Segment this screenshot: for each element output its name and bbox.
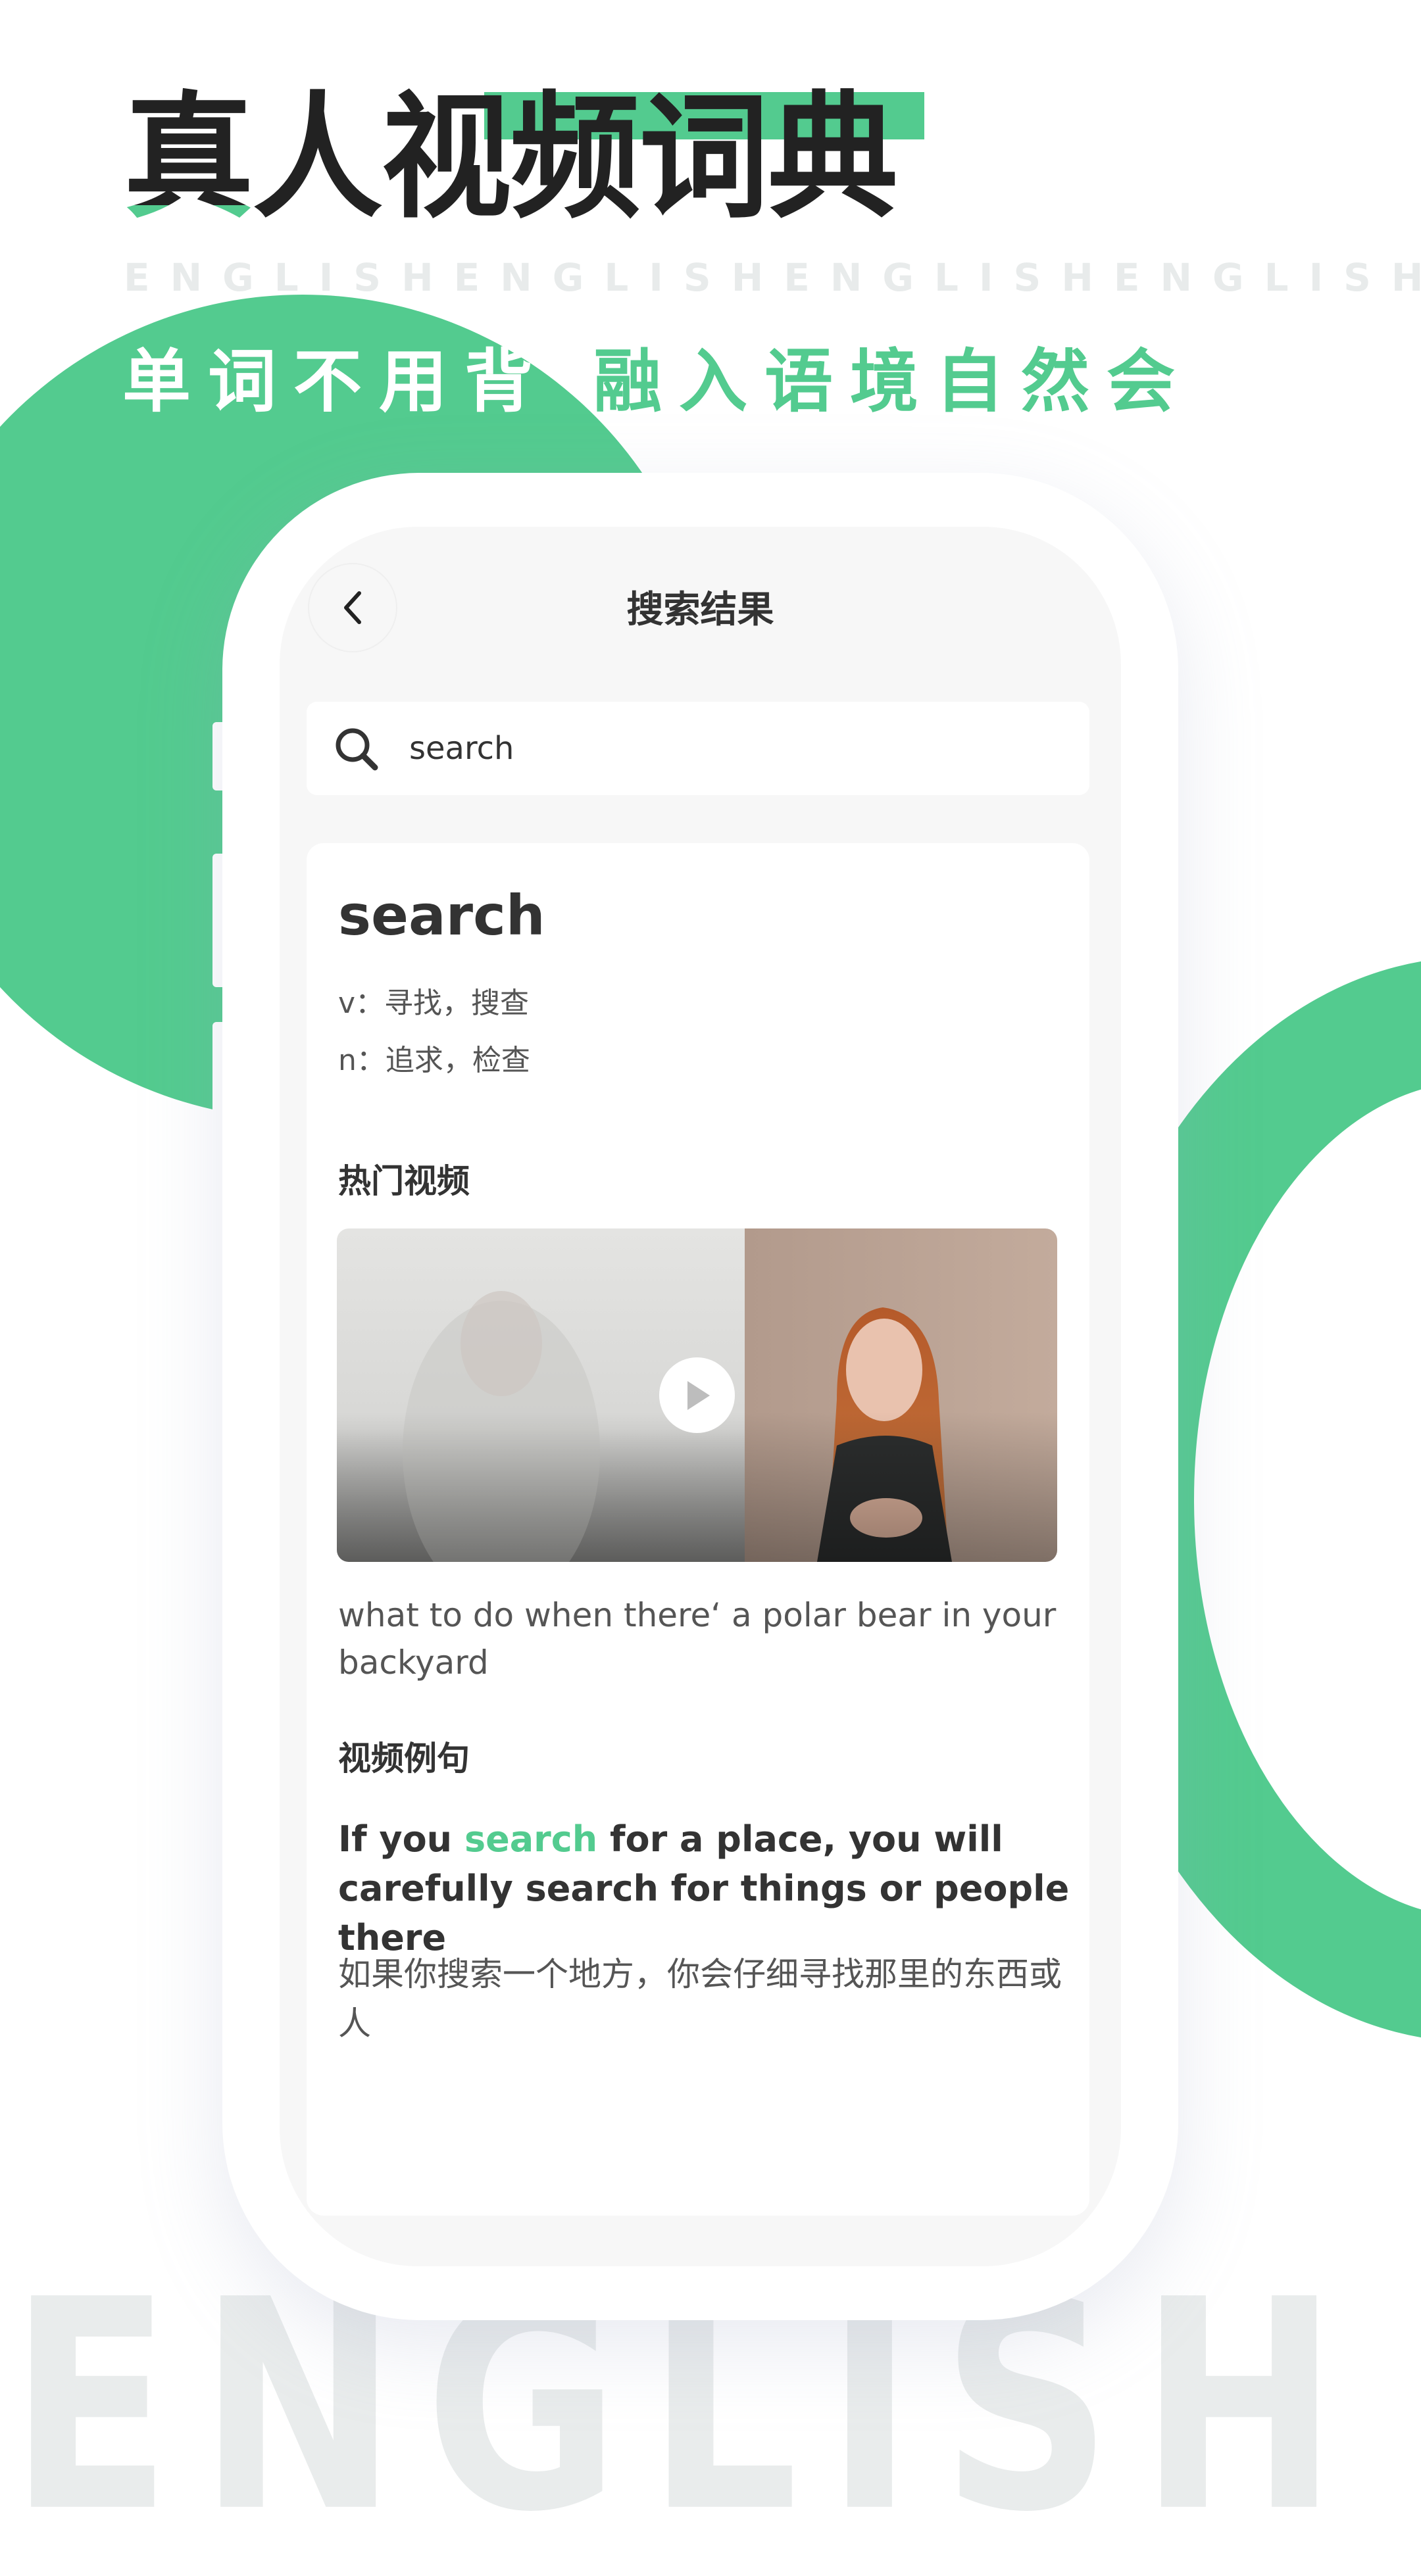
video-thumbnail[interactable]	[337, 1228, 1057, 1562]
hero-title: 真人视频词典	[124, 79, 898, 237]
play-button[interactable]	[659, 1357, 735, 1433]
examples-heading: 视频例句	[338, 1738, 480, 1780]
page-title: 搜索结果	[626, 589, 774, 631]
hot-videos-heading: 热门视频	[338, 1160, 480, 1202]
example-en-highlight: search	[464, 1818, 598, 1860]
search-icon	[336, 728, 378, 771]
example-en-before: If you	[338, 1818, 464, 1860]
search-bar[interactable]	[307, 702, 1089, 795]
example-sentence-zh: 如果你搜索一个地方，你会仔细寻找那里的东西或人	[338, 1955, 1062, 2043]
definition-verb: v：寻找，搜查	[338, 986, 530, 1020]
english-watermark-strip: ENGLISHENGLISHENGLISHENGLISH	[124, 255, 1421, 300]
hero-title-rest: 人视频词典	[252, 79, 898, 237]
phone-screen: 搜索结果 search v：寻找，搜查 n：追求，检查 热门视频	[280, 527, 1121, 2266]
hero-title-first-char: 真	[124, 79, 254, 237]
examples-heading-text: 视频例句	[338, 1739, 470, 1778]
headword: search	[338, 883, 545, 948]
result-card: search v：寻找，搜查 n：追求，检查 热门视频 what to do w…	[307, 843, 1089, 2216]
hot-videos-heading-text: 热门视频	[338, 1162, 470, 1200]
slogan-left: 单词不用背	[122, 341, 551, 422]
search-input[interactable]	[409, 721, 1054, 775]
video-caption: what to do when there‘ a polar bear in y…	[338, 1596, 1057, 1682]
slogan-right: 融入语境自然会	[593, 341, 1193, 422]
definition-noun: n：追求，检查	[338, 1044, 530, 1077]
phone-frame: 搜索结果 search v：寻找，搜查 n：追求，检查 热门视频	[222, 473, 1178, 2320]
play-icon	[687, 1380, 710, 1410]
example-sentence-en: If you search for a place, you will care…	[338, 1814, 1082, 1962]
